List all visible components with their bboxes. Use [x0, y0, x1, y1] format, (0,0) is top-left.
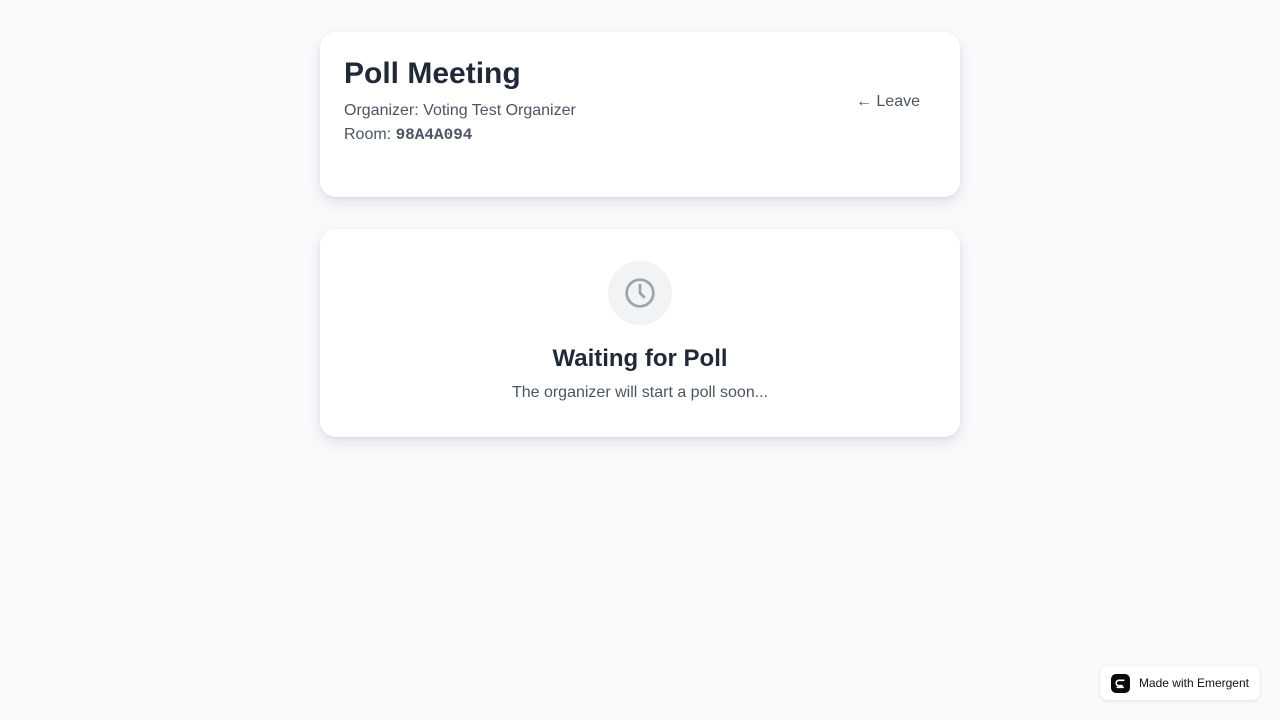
- meeting-header-card: Poll Meeting Organizer: Voting Test Orga…: [320, 32, 960, 197]
- status-title: Waiting for Poll: [552, 345, 728, 372]
- made-with-badge[interactable]: Made with Emergent: [1099, 666, 1260, 700]
- room-code: 98A4A094: [395, 126, 473, 144]
- organizer-label: Organizer:: [344, 102, 419, 119]
- page-title: Poll Meeting: [344, 57, 521, 90]
- page: Poll Meeting Organizer: Voting Test Orga…: [0, 0, 1280, 720]
- waiting-status-card: Waiting for Poll The organizer will star…: [320, 229, 960, 437]
- room-line: Room: 98A4A094: [344, 123, 936, 147]
- room-label: Room:: [344, 126, 392, 143]
- organizer-line: Organizer: Voting Test Organizer: [344, 99, 936, 123]
- status-subtitle: The organizer will start a poll soon...: [511, 384, 769, 401]
- leave-button[interactable]: ← Leave: [856, 93, 920, 111]
- clock-icon: [625, 278, 655, 308]
- leave-label: ← Leave: [855, 93, 920, 110]
- organizer-name: Voting Test Organizer: [423, 102, 576, 119]
- emergent-logo-icon: [1110, 673, 1130, 693]
- clock-icon-container: [608, 261, 672, 325]
- badge-label: Made with Emergent: [1138, 676, 1249, 690]
